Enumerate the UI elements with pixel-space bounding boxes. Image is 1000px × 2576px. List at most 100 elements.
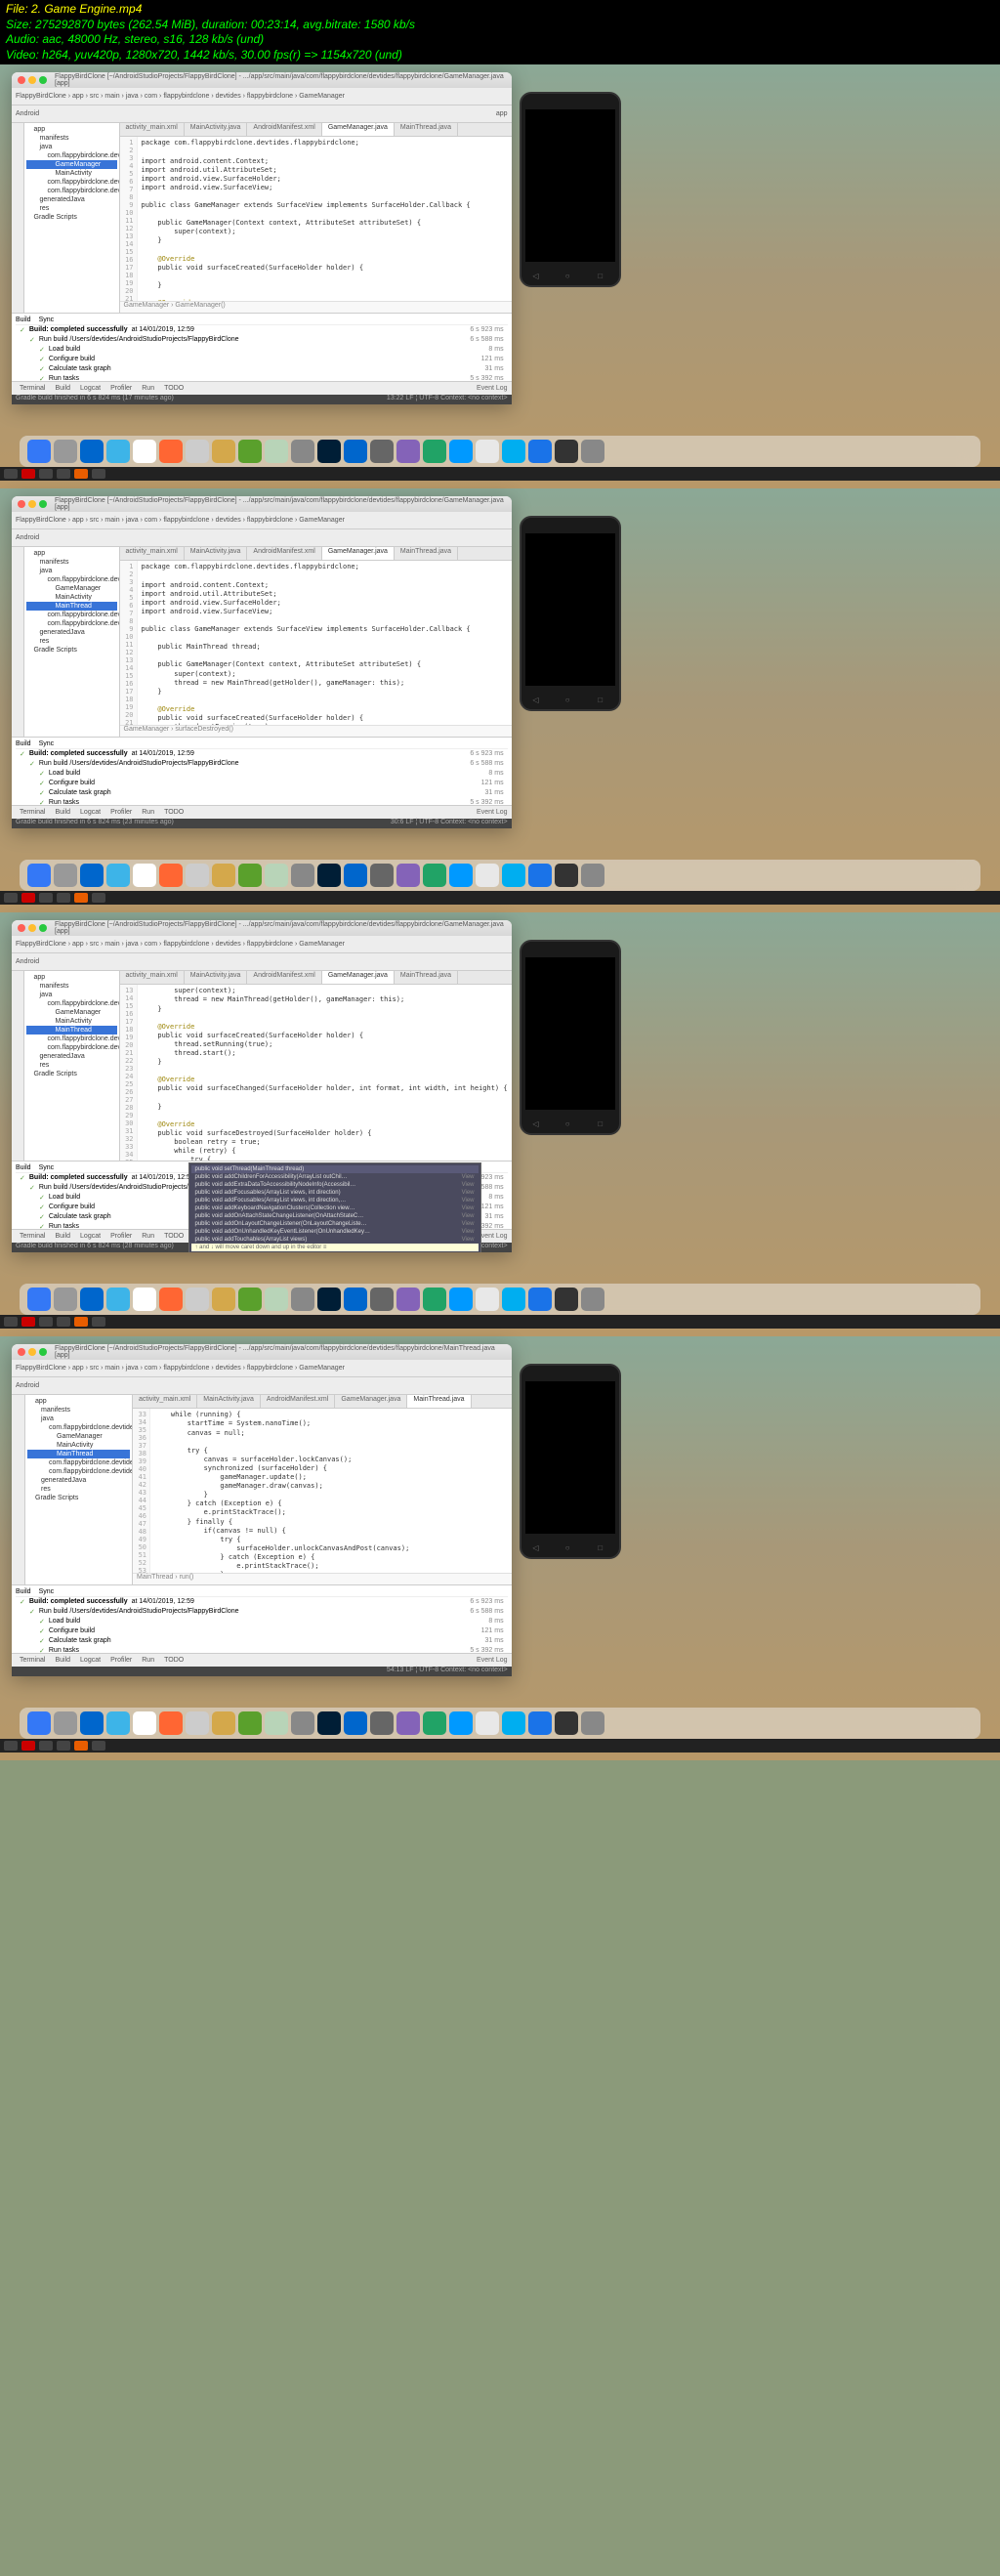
autocomplete-popup[interactable]: public void setThread(MainThread thread)… bbox=[188, 1162, 481, 1252]
editor-breadcrumb[interactable]: GameManager › GameManager() bbox=[120, 301, 512, 313]
tree-mainactivity[interactable]: MainActivity bbox=[26, 169, 117, 178]
photoshop-icon[interactable] bbox=[317, 440, 341, 463]
tree-java[interactable]: java bbox=[26, 143, 117, 151]
dock-app[interactable] bbox=[370, 1288, 394, 1311]
tree-mainthread[interactable]: MainThread bbox=[26, 602, 117, 611]
dock-app[interactable] bbox=[555, 1288, 578, 1311]
finder-icon[interactable] bbox=[27, 440, 51, 463]
tree-manifests[interactable]: manifests bbox=[26, 558, 117, 567]
tree-pkg2[interactable]: com.flappybirdclone.devtides.flappybi bbox=[26, 611, 117, 619]
build-panel[interactable]: Build Sync ✓Build: completed successfull… bbox=[12, 313, 512, 381]
ac-item[interactable]: public void addOnUnhandledKeyEventListen… bbox=[191, 1228, 479, 1236]
dock-app[interactable] bbox=[186, 1711, 209, 1735]
menubar-item[interactable] bbox=[57, 469, 70, 479]
recents-icon[interactable]: □ bbox=[598, 696, 607, 705]
tab-manifest[interactable]: AndroidManifest.xml bbox=[247, 547, 321, 560]
tree-gradle[interactable]: Gradle Scripts bbox=[26, 213, 117, 222]
dock-app[interactable] bbox=[396, 1288, 420, 1311]
device-screen[interactable] bbox=[525, 109, 615, 262]
sync-tab[interactable]: Sync bbox=[39, 317, 55, 323]
code-content[interactable]: package com.flappybirdclone.devtides.fla… bbox=[138, 137, 512, 301]
home-icon[interactable]: ○ bbox=[565, 1119, 575, 1129]
menubar-item[interactable] bbox=[39, 893, 53, 903]
calendar-icon[interactable] bbox=[133, 864, 156, 887]
home-icon[interactable]: ○ bbox=[565, 272, 575, 281]
device-emulator[interactable]: ◁ ○ □ bbox=[520, 1364, 621, 1559]
android-dropdown[interactable]: Android bbox=[16, 110, 39, 117]
dock-app[interactable] bbox=[344, 1711, 367, 1735]
editor-breadcrumb[interactable]: MainThread › run() bbox=[133, 1573, 512, 1584]
macos-menubar[interactable] bbox=[0, 1739, 1000, 1753]
dock-app[interactable] bbox=[159, 1711, 183, 1735]
dock-app[interactable] bbox=[265, 1288, 288, 1311]
mail-icon[interactable] bbox=[106, 440, 130, 463]
dock-app[interactable] bbox=[265, 440, 288, 463]
dock-app[interactable] bbox=[396, 864, 420, 887]
tree-pkg3[interactable]: com.flappybirdclone.devtides.flappybi bbox=[26, 187, 117, 195]
dock-app[interactable] bbox=[159, 440, 183, 463]
code-editor[interactable]: 1234567891011121314151617181920212223242… bbox=[120, 561, 512, 725]
build-configure[interactable]: Configure build bbox=[49, 356, 95, 363]
back-icon[interactable]: ◁ bbox=[532, 272, 542, 281]
project-tree[interactable]: app manifests java com.flappybirdclone.d… bbox=[24, 123, 120, 313]
tree-java[interactable]: java bbox=[26, 567, 117, 575]
back-icon[interactable]: ◁ bbox=[532, 1119, 542, 1129]
finder-icon[interactable] bbox=[27, 864, 51, 887]
photoshop-icon[interactable] bbox=[317, 1711, 341, 1735]
macos-menubar[interactable] bbox=[0, 891, 1000, 905]
breadcrumb-path[interactable]: FlappyBirdClone › app › src › main › jav… bbox=[16, 517, 345, 524]
dock-app[interactable] bbox=[291, 440, 314, 463]
code-editor[interactable]: 3334353637383940414243444546474849505152… bbox=[133, 1409, 512, 1573]
calendar-icon[interactable] bbox=[133, 1288, 156, 1311]
tree-app[interactable]: app bbox=[26, 549, 117, 558]
tree-gradle[interactable]: Gradle Scripts bbox=[26, 646, 117, 655]
dock-app[interactable] bbox=[449, 864, 473, 887]
settings-icon[interactable] bbox=[581, 1288, 604, 1311]
minimize-icon[interactable] bbox=[28, 1348, 36, 1356]
dock-app[interactable] bbox=[396, 440, 420, 463]
tab-mainthread[interactable]: MainThread.java bbox=[395, 547, 458, 560]
menubar-item[interactable] bbox=[4, 1317, 18, 1327]
breadcrumb-path[interactable]: FlappyBirdClone › app › src › main › jav… bbox=[16, 93, 345, 100]
safari-icon[interactable] bbox=[80, 1711, 104, 1735]
editor-breadcrumb[interactable]: GameManager › surfaceDestroyed() bbox=[120, 725, 512, 737]
photoshop-icon[interactable] bbox=[317, 1288, 341, 1311]
dock-app[interactable] bbox=[159, 864, 183, 887]
dock-app[interactable] bbox=[238, 440, 262, 463]
dock-app[interactable] bbox=[265, 864, 288, 887]
tree-gamemanager[interactable]: GameManager bbox=[26, 160, 117, 169]
settings-icon[interactable] bbox=[581, 440, 604, 463]
build-panel[interactable]: Build Sync ✓Build: completed successfull… bbox=[12, 1584, 512, 1653]
back-icon[interactable]: ◁ bbox=[532, 1543, 542, 1553]
titlebar[interactable]: FlappyBirdClone [~/AndroidStudioProjects… bbox=[12, 496, 512, 512]
dock-app[interactable] bbox=[186, 440, 209, 463]
ac-item[interactable]: public void addTouchables(ArrayList view… bbox=[191, 1236, 479, 1244]
menubar-item[interactable] bbox=[21, 1317, 35, 1327]
calendar-icon[interactable] bbox=[133, 440, 156, 463]
mail-icon[interactable] bbox=[106, 1288, 130, 1311]
vlc-icon[interactable] bbox=[74, 893, 88, 903]
dock-app[interactable] bbox=[555, 1711, 578, 1735]
device-screen[interactable] bbox=[525, 1381, 615, 1534]
tab-manifest[interactable]: AndroidManifest.xml bbox=[247, 123, 321, 136]
calendar-icon[interactable] bbox=[133, 1711, 156, 1735]
settings-icon[interactable] bbox=[581, 1711, 604, 1735]
build-load[interactable]: Load build bbox=[49, 346, 80, 354]
build-tab-bottom[interactable]: Build bbox=[51, 384, 74, 393]
mail-icon[interactable] bbox=[106, 1711, 130, 1735]
macos-dock[interactable] bbox=[20, 436, 980, 467]
close-icon[interactable] bbox=[18, 76, 25, 84]
android-studio-icon[interactable] bbox=[423, 1288, 446, 1311]
dock-app[interactable] bbox=[449, 1711, 473, 1735]
titlebar[interactable]: FlappyBirdClone [~/AndroidStudioProjects… bbox=[12, 72, 512, 88]
android-studio-icon[interactable] bbox=[423, 864, 446, 887]
dock-app[interactable] bbox=[186, 864, 209, 887]
macos-dock[interactable] bbox=[20, 1708, 980, 1739]
menubar-item[interactable] bbox=[92, 1741, 105, 1751]
device-screen[interactable] bbox=[525, 533, 615, 686]
vlc-icon[interactable] bbox=[74, 469, 88, 479]
tree-pkg3[interactable]: com.flappybirdclone.devtides.flappybi bbox=[26, 619, 117, 628]
event-log[interactable]: Event Log bbox=[477, 385, 508, 392]
device-screen[interactable] bbox=[525, 957, 615, 1110]
dock-app[interactable] bbox=[54, 1288, 77, 1311]
